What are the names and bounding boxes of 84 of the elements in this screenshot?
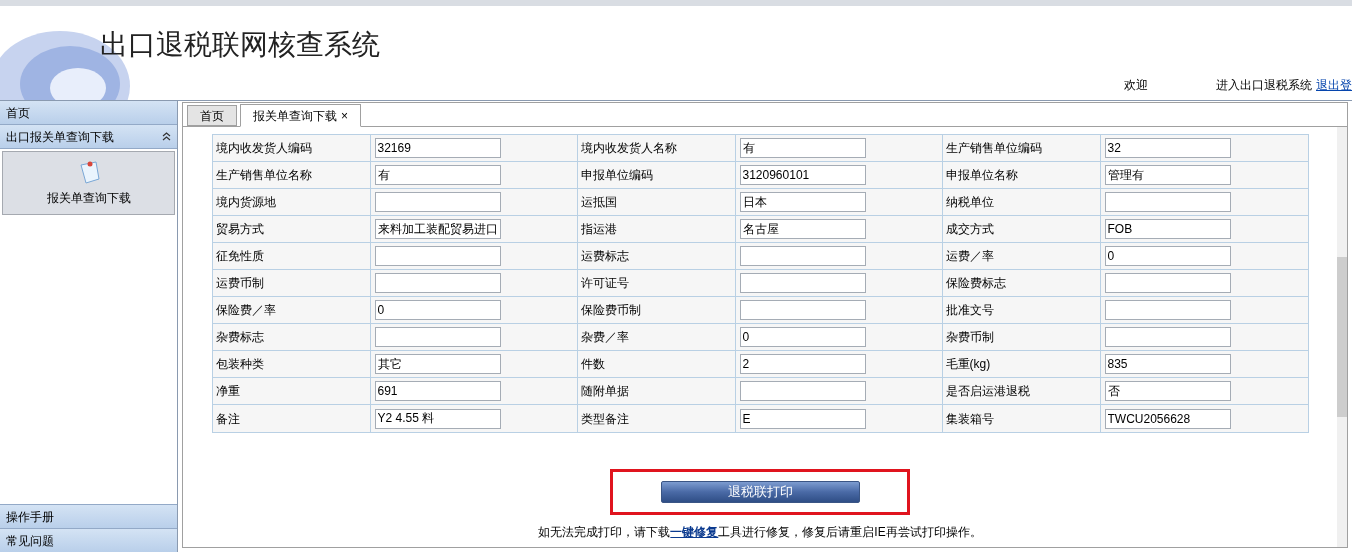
close-icon[interactable]: ×: [341, 106, 348, 125]
field-label: 包装种类: [215, 356, 264, 373]
field-label: 成交方式: [945, 221, 994, 238]
input-field[interactable]: Y2 4.55 料: [374, 408, 501, 429]
field-label: 杂费／率: [580, 329, 629, 346]
input-field[interactable]: E: [739, 408, 866, 429]
footer-text: 工具进行修复，修复后请重启IE再尝试打印操作。: [718, 524, 982, 541]
welcome-text: 欢迎: [1124, 77, 1148, 94]
field-label: 纳税单位: [945, 194, 994, 211]
input-field[interactable]: 0: [374, 300, 501, 320]
input-field[interactable]: 0: [739, 327, 866, 347]
logout-link[interactable]: 退出登: [1316, 76, 1352, 94]
input-field[interactable]: 835: [1104, 354, 1231, 374]
input-field[interactable]: [374, 246, 501, 266]
collapse-icon[interactable]: [162, 132, 171, 141]
field-label: 贸易方式: [215, 221, 264, 238]
sidebar-tile[interactable]: 报关单查询下载: [2, 151, 175, 215]
input-field[interactable]: TWCU2056628: [1104, 408, 1231, 429]
input-field[interactable]: [739, 381, 866, 401]
field-label: 毛重(kg): [945, 356, 991, 373]
scrollbar[interactable]: [1337, 127, 1347, 547]
repair-link[interactable]: 一键修复: [670, 523, 719, 541]
input-field[interactable]: 32: [1104, 138, 1231, 158]
sidebar-header[interactable]: 首页: [0, 101, 177, 125]
input-field[interactable]: [374, 192, 501, 212]
field-label: 是否启运港退税: [945, 383, 1030, 400]
input-field[interactable]: [739, 273, 866, 293]
field-label: 境内收发货人编码: [215, 140, 312, 157]
field-label: 保险费／率: [215, 302, 276, 319]
field-label: 集装箱号: [945, 410, 994, 428]
input-field[interactable]: [1104, 327, 1231, 347]
input-field[interactable]: 691: [374, 381, 501, 401]
field-label: 指运港: [580, 221, 617, 238]
input-field[interactable]: FOB: [1104, 219, 1231, 239]
field-label: 杂费标志: [215, 329, 264, 346]
print-button[interactable]: 退税联打印: [660, 481, 860, 503]
sidebar-section-header[interactable]: 出口报关单查询下载: [0, 125, 177, 149]
field-label: 件数: [580, 356, 605, 373]
field-label: 备注: [215, 410, 240, 428]
input-field[interactable]: 日本: [739, 192, 866, 212]
input-field[interactable]: 否: [1104, 381, 1231, 401]
field-label: 生产销售单位名称: [215, 167, 312, 184]
field-label: 批准文号: [945, 302, 994, 319]
sidebar-header[interactable]: 操作手册: [0, 504, 177, 528]
field-label: 运抵国: [580, 194, 617, 211]
welcome-suffix: 进入出口退税系统: [1216, 77, 1312, 94]
field-label: 杂费币制: [945, 329, 994, 346]
field-label: 保险费币制: [580, 302, 641, 319]
field-label: 申报单位编码: [580, 167, 653, 184]
field-label: 申报单位名称: [945, 167, 1018, 184]
input-field[interactable]: 管理有: [1104, 165, 1231, 185]
input-field[interactable]: 有: [739, 138, 866, 158]
field-label: 保险费标志: [945, 275, 1006, 292]
input-field[interactable]: [1104, 273, 1231, 293]
input-field[interactable]: [739, 300, 866, 320]
input-field[interactable]: 名古屋: [739, 219, 866, 239]
field-label: 净重: [215, 383, 240, 400]
sidebar-header[interactable]: 常见问题: [0, 528, 177, 552]
input-field[interactable]: [1104, 192, 1231, 212]
system-title: 出口退税联网核查系统: [100, 28, 380, 62]
input-field[interactable]: 来料加工装配贸易进口: [374, 219, 501, 239]
tab[interactable]: 首页: [187, 105, 237, 126]
input-field[interactable]: [374, 273, 501, 293]
field-label: 运费／率: [945, 248, 994, 265]
input-field[interactable]: [739, 246, 866, 266]
field-label: 生产销售单位编码: [945, 140, 1042, 157]
input-field[interactable]: 32169: [374, 138, 501, 158]
field-label: 运费标志: [580, 248, 629, 265]
footer-text: 如无法完成打印，请下载: [538, 524, 671, 541]
field-label: 征免性质: [215, 248, 264, 265]
input-field[interactable]: 0: [1104, 246, 1231, 266]
tab[interactable]: 报关单查询下载 ×: [240, 104, 361, 127]
input-field[interactable]: 3120960101: [739, 165, 866, 185]
field-label: 类型备注: [580, 410, 629, 428]
field-label: 境内货源地: [215, 194, 276, 211]
field-label: 运费币制: [215, 275, 264, 292]
input-field[interactable]: 其它: [374, 354, 501, 374]
field-label: 许可证号: [580, 275, 629, 292]
input-field[interactable]: 有: [374, 165, 501, 185]
input-field[interactable]: [374, 327, 501, 347]
input-field[interactable]: [1104, 300, 1231, 320]
field-label: 境内收发货人名称: [580, 140, 677, 157]
field-label: 随附单据: [580, 383, 629, 400]
input-field[interactable]: 2: [739, 354, 866, 374]
